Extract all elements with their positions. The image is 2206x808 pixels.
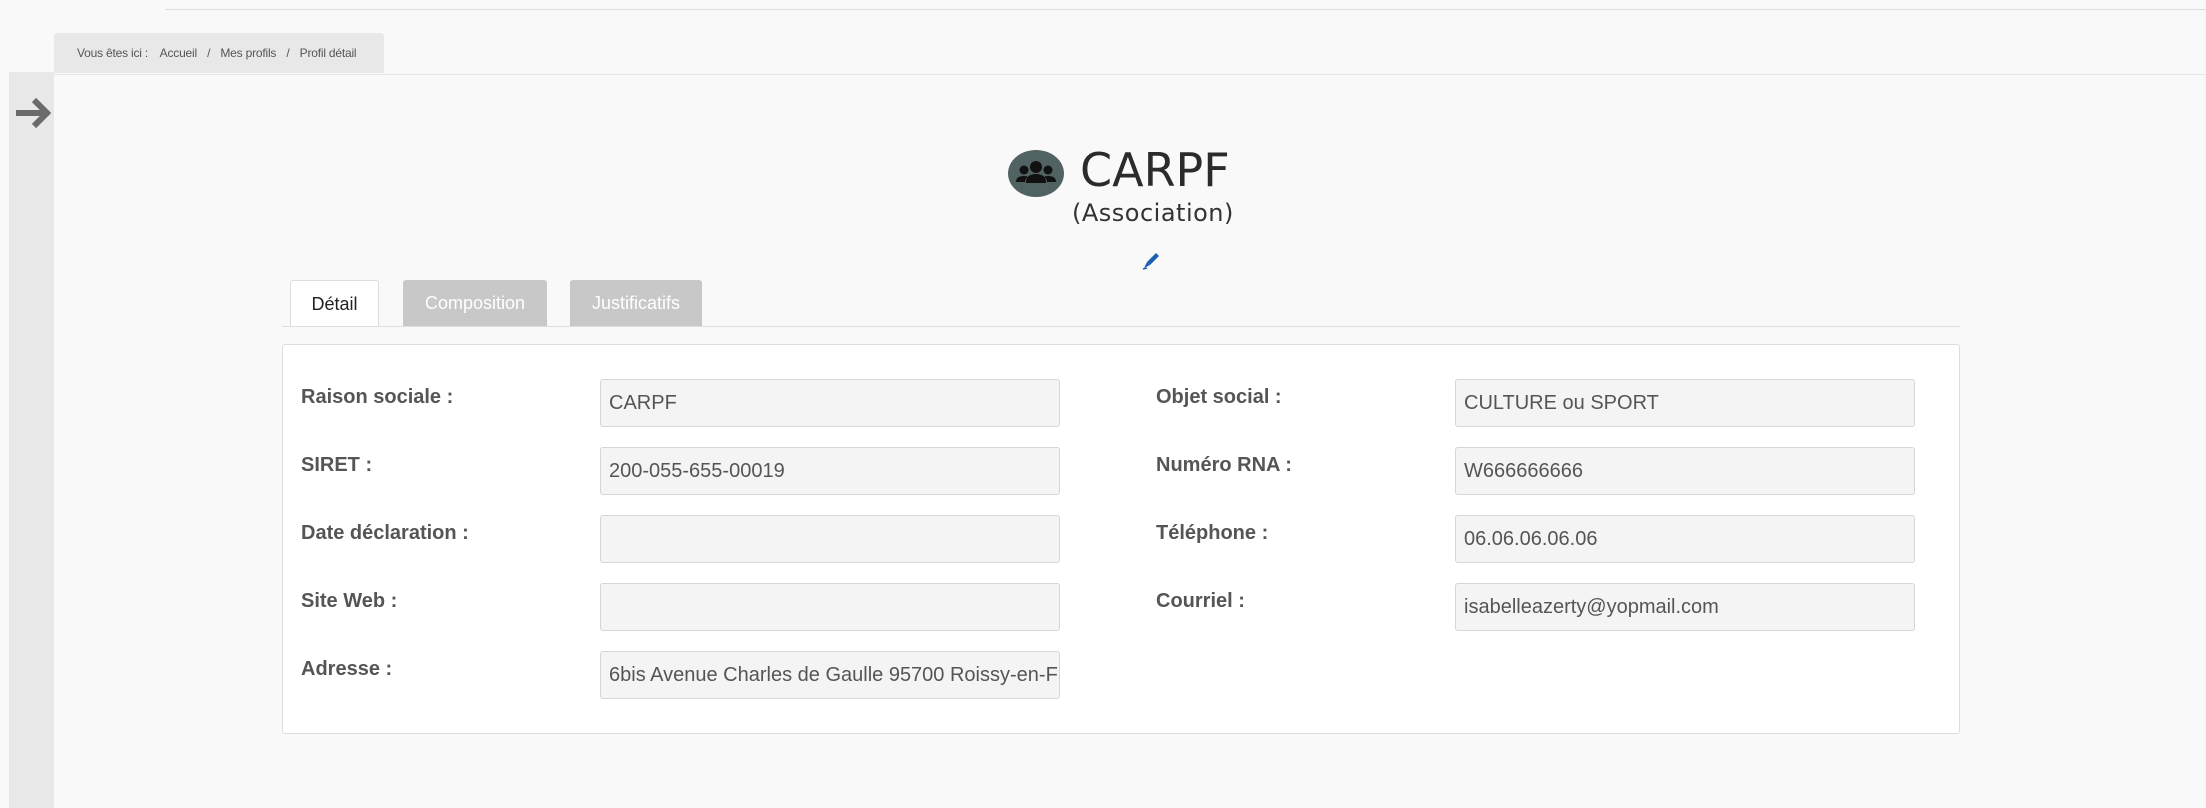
breadcrumb-prefix: Vous êtes ici : <box>77 46 149 60</box>
input-site-web[interactable] <box>600 583 1060 631</box>
pencil-icon[interactable] <box>1141 248 1163 270</box>
input-telephone[interactable]: 06.06.06.06.06 <box>1455 515 1915 563</box>
detail-panel: Raison sociale : CARPF SIRET : 200-055-6… <box>282 344 1960 734</box>
tabs-divider <box>282 326 1960 327</box>
breadcrumb-current: Profil détail <box>299 46 357 60</box>
breadcrumb-link-accueil[interactable]: Accueil <box>160 46 197 60</box>
tab-composition[interactable]: Composition <box>403 280 547 326</box>
label-objet-social: Objet social : <box>1156 386 1282 408</box>
users-group-icon <box>1008 150 1064 197</box>
label-adresse: Adresse : <box>301 658 393 680</box>
input-numero-rna[interactable]: W666666666 <box>1455 447 1915 495</box>
tab-justificatifs[interactable]: Justificatifs <box>570 280 702 326</box>
input-siret[interactable]: 200-055-655-00019 <box>600 447 1060 495</box>
breadcrumb-link-mes-profils[interactable]: Mes profils <box>220 46 276 60</box>
breadcrumb: Vous êtes ici : Accueil / Mes profils / … <box>54 33 384 73</box>
breadcrumb-separator: / <box>286 46 290 60</box>
profile-header: CARPF (Association) <box>1008 138 1328 238</box>
page-subtitle: (Association) <box>1072 199 1234 227</box>
label-raison-sociale: Raison sociale : <box>301 386 454 408</box>
header-divider <box>54 74 2206 75</box>
input-date-declaration[interactable] <box>600 515 1060 563</box>
label-siret: SIRET : <box>301 454 373 476</box>
top-divider <box>165 9 2206 10</box>
input-raison-sociale[interactable]: CARPF <box>600 379 1060 427</box>
tab-detail[interactable]: Détail <box>290 280 379 327</box>
page-title: CARPF <box>1080 143 1230 197</box>
arrow-right-icon[interactable] <box>12 92 54 134</box>
label-site-web: Site Web : <box>301 590 398 612</box>
label-courriel: Courriel : <box>1156 590 1245 612</box>
label-date-declaration: Date déclaration : <box>301 522 469 544</box>
input-objet-social[interactable]: CULTURE ou SPORT <box>1455 379 1915 427</box>
input-adresse[interactable]: 6bis Avenue Charles de Gaulle 95700 Rois… <box>600 651 1060 699</box>
label-telephone: Téléphone : <box>1156 522 1269 544</box>
input-courriel[interactable]: isabelleazerty@yopmail.com <box>1455 583 1915 631</box>
side-panel-rail <box>9 72 54 808</box>
label-numero-rna: Numéro RNA : <box>1156 454 1292 476</box>
breadcrumb-separator: / <box>207 46 211 60</box>
